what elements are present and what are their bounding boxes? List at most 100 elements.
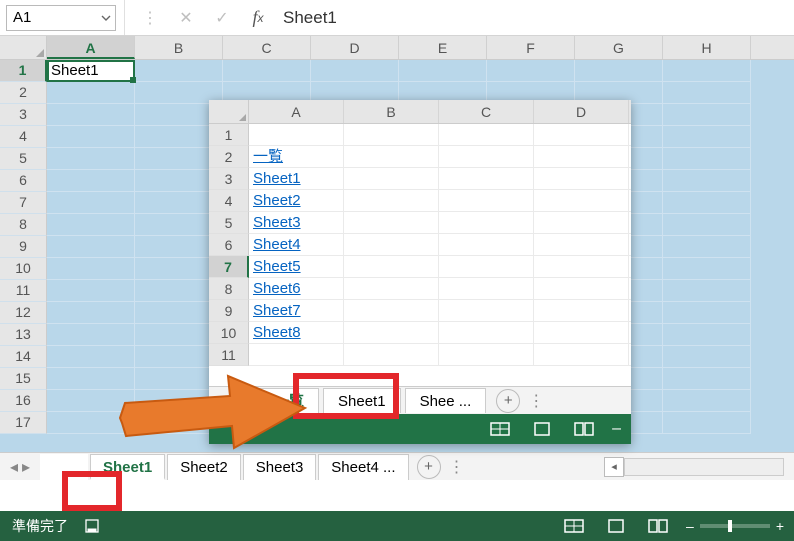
cell[interactable] xyxy=(311,60,399,82)
column-header-H[interactable]: H xyxy=(663,36,751,59)
inset-cell[interactable] xyxy=(439,300,534,321)
inset-cell[interactable] xyxy=(344,322,439,343)
inset-cell[interactable] xyxy=(249,124,344,145)
cell[interactable] xyxy=(663,346,751,368)
row-header-2[interactable]: 2 xyxy=(0,82,47,104)
cell[interactable] xyxy=(47,192,135,214)
cell[interactable] xyxy=(47,258,135,280)
cell[interactable] xyxy=(663,258,751,280)
hscroll-track[interactable] xyxy=(624,458,784,476)
cell[interactable] xyxy=(663,192,751,214)
page-layout-view-icon[interactable] xyxy=(602,516,630,536)
inset-row-header-4[interactable]: 4 xyxy=(209,190,249,212)
cell[interactable] xyxy=(135,60,223,82)
column-header-A[interactable]: A xyxy=(47,36,135,59)
cell[interactable] xyxy=(223,60,311,82)
inset-cell[interactable] xyxy=(534,344,629,365)
inset-row-header-9[interactable]: 9 xyxy=(209,300,249,322)
row-header-14[interactable]: 14 xyxy=(0,346,47,368)
cell[interactable] xyxy=(47,126,135,148)
inset-page-break-icon[interactable] xyxy=(570,419,598,439)
inset-cell[interactable] xyxy=(344,300,439,321)
row-header-12[interactable]: 12 xyxy=(0,302,47,324)
row-header-10[interactable]: 10 xyxy=(0,258,47,280)
inset-cell[interactable] xyxy=(344,278,439,299)
row-header-6[interactable]: 6 xyxy=(0,170,47,192)
column-header-G[interactable]: G xyxy=(575,36,663,59)
row-header-9[interactable]: 9 xyxy=(0,236,47,258)
normal-view-icon[interactable] xyxy=(560,516,588,536)
inset-normal-view-icon[interactable] xyxy=(486,419,514,439)
row-header-15[interactable]: 15 xyxy=(0,368,47,390)
cell[interactable] xyxy=(47,324,135,346)
cell[interactable] xyxy=(47,346,135,368)
sheet-tab[interactable]: Sheet3 xyxy=(243,454,317,480)
inset-row-header-7[interactable]: 7 xyxy=(209,256,249,278)
fx-icon[interactable]: fx xyxy=(247,7,269,29)
inset-cell[interactable]: Sheet4 xyxy=(249,234,344,255)
tab-next-icon[interactable]: ▸ xyxy=(22,457,30,477)
cell[interactable] xyxy=(47,280,135,302)
inset-cell[interactable] xyxy=(439,344,534,365)
active-cell-A1[interactable]: Sheet1 xyxy=(47,60,135,82)
inset-sheet-tab[interactable]: Sheet1 xyxy=(323,388,401,413)
cell[interactable] xyxy=(663,126,751,148)
inset-add-sheet-button[interactable]: + xyxy=(496,389,520,413)
inset-cell[interactable] xyxy=(534,234,629,255)
cell[interactable] xyxy=(663,412,751,434)
inset-cell[interactable]: Sheet7 xyxy=(249,300,344,321)
inset-cell[interactable] xyxy=(439,190,534,211)
cell[interactable] xyxy=(663,280,751,302)
inset-cell[interactable]: Sheet2 xyxy=(249,190,344,211)
row-header-17[interactable]: 17 xyxy=(0,412,47,434)
inset-page-layout-icon[interactable] xyxy=(528,419,556,439)
select-all-corner[interactable] xyxy=(0,36,47,59)
inset-sheet-tab[interactable]: 一覧 xyxy=(259,388,319,413)
tab-nav-arrows[interactable]: ◂ ▸ xyxy=(0,457,40,477)
inset-column-header-A[interactable]: A xyxy=(249,100,344,123)
column-header-C[interactable]: C xyxy=(223,36,311,59)
row-header-1[interactable]: 1 xyxy=(0,60,47,82)
cell[interactable] xyxy=(399,60,487,82)
row-header-11[interactable]: 11 xyxy=(0,280,47,302)
sheet-tab[interactable]: Sheet4 ... xyxy=(318,454,408,480)
inset-cell[interactable]: Sheet8 xyxy=(249,322,344,343)
inset-cell[interactable] xyxy=(439,278,534,299)
column-header-D[interactable]: D xyxy=(311,36,399,59)
cell[interactable] xyxy=(47,148,135,170)
inset-cell[interactable] xyxy=(534,212,629,233)
cell[interactable] xyxy=(47,104,135,126)
inset-cell[interactable] xyxy=(534,256,629,277)
inset-select-all-corner[interactable] xyxy=(209,100,249,123)
inset-column-header-B[interactable]: B xyxy=(344,100,439,123)
inset-cell[interactable] xyxy=(439,322,534,343)
inset-cell[interactable] xyxy=(534,190,629,211)
inset-cell[interactable] xyxy=(344,168,439,189)
inset-row-header-6[interactable]: 6 xyxy=(209,234,249,256)
cell[interactable] xyxy=(663,60,751,82)
inset-cell[interactable] xyxy=(439,212,534,233)
inset-cell[interactable] xyxy=(534,322,629,343)
inset-cell[interactable]: Sheet6 xyxy=(249,278,344,299)
inset-sheet-tab[interactable]: Shee ... xyxy=(405,388,487,413)
formula-input[interactable]: Sheet1 xyxy=(269,8,794,28)
row-header-3[interactable]: 3 xyxy=(0,104,47,126)
inset-cell[interactable] xyxy=(439,234,534,255)
cell[interactable] xyxy=(663,82,751,104)
row-header-4[interactable]: 4 xyxy=(0,126,47,148)
cell[interactable] xyxy=(663,236,751,258)
cell[interactable] xyxy=(47,302,135,324)
column-header-E[interactable]: E xyxy=(399,36,487,59)
inset-tab-dots[interactable]: ⋮ xyxy=(528,391,546,411)
inset-column-header-D[interactable]: D xyxy=(534,100,629,123)
cell[interactable] xyxy=(575,60,663,82)
inset-cell[interactable] xyxy=(344,190,439,211)
cell[interactable] xyxy=(487,60,575,82)
add-sheet-button[interactable]: + xyxy=(417,455,441,479)
more-icon[interactable]: ⋮ xyxy=(139,7,161,29)
inset-cell[interactable] xyxy=(439,146,534,167)
tab-overflow-dots[interactable]: ⋮ xyxy=(449,457,467,477)
inset-row-header-5[interactable]: 5 xyxy=(209,212,249,234)
confirm-icon[interactable]: ✓ xyxy=(211,7,233,29)
sheet-tab[interactable]: Sheet2 xyxy=(167,454,241,480)
